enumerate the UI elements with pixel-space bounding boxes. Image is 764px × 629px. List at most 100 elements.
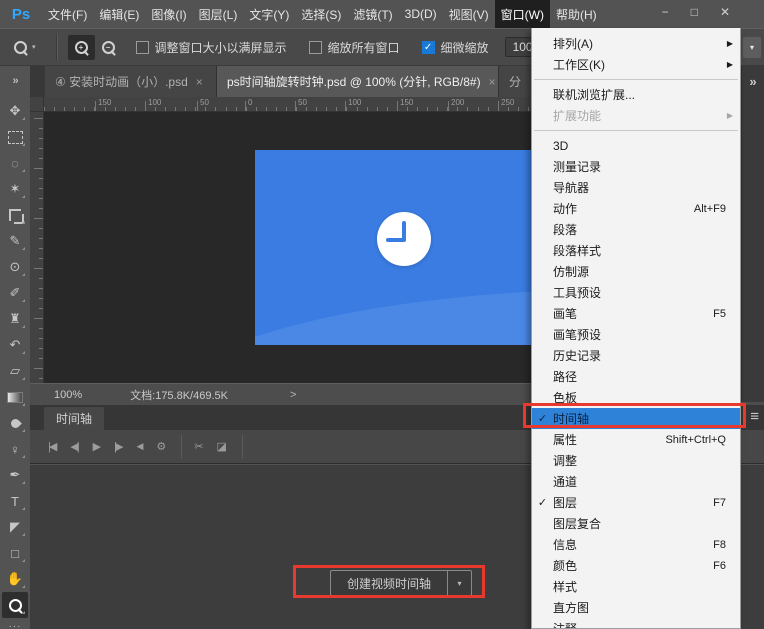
document-tab[interactable]: ④ 安装时动画（小）.psd× xyxy=(45,66,217,97)
transition-button[interactable]: ◪ xyxy=(216,440,224,453)
window-menu-item[interactable]: 画笔预设 xyxy=(532,324,740,345)
menubar-item[interactable]: 帮助(H) xyxy=(550,0,603,28)
status-zoom-level[interactable]: 100% xyxy=(54,389,82,401)
collapse-panels-icon[interactable]: » xyxy=(742,74,764,89)
window-menu-item[interactable]: 仿制源 xyxy=(532,261,740,282)
mute-audio-button[interactable]: ◀ xyxy=(136,441,141,452)
move-tool[interactable]: ✥ xyxy=(2,98,28,124)
window-menu-item[interactable]: 信息F8 xyxy=(532,534,740,555)
window-menu-item[interactable]: ✓时间轴 xyxy=(532,408,740,429)
maximize-button[interactable]: □ xyxy=(691,5,698,19)
window-menu-item[interactable]: 颜色F6 xyxy=(532,555,740,576)
first-frame-button[interactable]: |◀ xyxy=(48,440,55,453)
document-tab[interactable]: ps时间轴旋转时钟.psd @ 100% (分针, RGB/8#)× xyxy=(217,66,499,97)
menubar-item[interactable]: 编辑(E) xyxy=(93,0,145,28)
eyedropper-tool[interactable]: ✎ xyxy=(2,228,28,254)
window-menu-item[interactable]: 工具预设 xyxy=(532,282,740,303)
menubar-item[interactable]: 滤镜(T) xyxy=(347,0,398,28)
minimize-button[interactable]: − xyxy=(662,5,669,19)
create-video-timeline-dropdown[interactable]: ▾ xyxy=(448,570,472,596)
path-select-tool[interactable]: ◤ xyxy=(2,514,28,540)
play-button[interactable]: ▶ xyxy=(93,440,99,453)
gradient-tool[interactable] xyxy=(2,384,28,410)
zoom-in-button[interactable]: + xyxy=(68,35,95,60)
window-menu-item[interactable]: 工作区(K)▶ xyxy=(532,54,740,75)
toolbar-more-icon[interactable]: ··· xyxy=(0,621,30,629)
zoom-in-icon: + xyxy=(75,41,88,54)
prev-frame-button[interactable]: ◀| xyxy=(70,440,77,453)
window-menu-item[interactable]: 段落 xyxy=(532,219,740,240)
window-menu-item[interactable]: 段落样式 xyxy=(532,240,740,261)
option-checkbox[interactable]: ✓细微缩放 xyxy=(422,39,489,56)
window-menu-item[interactable]: 动作Alt+F9 xyxy=(532,198,740,219)
menubar-item[interactable]: 窗口(W) xyxy=(495,0,550,28)
lasso-tool[interactable]: ◌ xyxy=(2,150,28,176)
window-menu-item[interactable]: 调整 xyxy=(532,450,740,471)
window-menu-item[interactable]: 排列(A)▶ xyxy=(532,33,740,54)
close-icon[interactable]: × xyxy=(196,75,203,89)
create-video-timeline-button[interactable]: 创建视频时间轴 xyxy=(330,570,448,596)
unchecked-checkbox-icon[interactable] xyxy=(309,41,322,54)
clone-stamp-tool[interactable]: ♜ xyxy=(2,306,28,332)
eraser-tool[interactable]: ▱ xyxy=(2,358,28,384)
crop-tool[interactable] xyxy=(2,202,28,228)
v-ruler[interactable] xyxy=(30,112,44,383)
current-tool-preview[interactable]: ▾ xyxy=(14,41,36,54)
close-icon[interactable]: × xyxy=(489,75,496,89)
dodge-tool[interactable]: ♀ xyxy=(2,436,28,462)
zoom-out-button[interactable]: − xyxy=(95,35,122,60)
status-document-info: 文档:175.8K/469.5K xyxy=(130,387,228,403)
menubar-item[interactable]: 文字(Y) xyxy=(243,0,295,28)
status-expander-icon[interactable]: > xyxy=(290,389,296,401)
menubar-item[interactable]: 选择(S) xyxy=(295,0,347,28)
close-button[interactable]: ✕ xyxy=(720,5,730,19)
menubar-item[interactable]: 文件(F) xyxy=(42,0,93,28)
window-menu-item[interactable]: 直方图 xyxy=(532,597,740,618)
option-checkbox[interactable]: 调整窗口大小以满屏显示 xyxy=(136,39,287,56)
zoom-tool[interactable] xyxy=(2,592,28,618)
window-menu-item[interactable]: 路径 xyxy=(532,366,740,387)
menubar-item[interactable]: 图像(I) xyxy=(145,0,192,28)
window-menu-item[interactable]: 样式 xyxy=(532,576,740,597)
window-menu-item[interactable]: 图层复合 xyxy=(532,513,740,534)
hand-tool[interactable]: ✋ xyxy=(2,566,28,592)
shape-tool[interactable]: □ xyxy=(2,540,28,566)
window-menu-item[interactable]: 属性Shift+Ctrl+Q xyxy=(532,429,740,450)
ruler-tick xyxy=(346,107,347,111)
brush-tool[interactable]: ✐ xyxy=(2,280,28,306)
split-at-playhead-button[interactable]: ✂ xyxy=(194,440,201,453)
window-menu-item[interactable]: 历史记录 xyxy=(532,345,740,366)
window-menu-item[interactable]: 3D xyxy=(532,135,740,156)
menu-item-label: 颜色 xyxy=(553,557,577,574)
timeline-settings-button[interactable]: ⚙ xyxy=(156,440,164,453)
toolbar-expand-icon[interactable]: » xyxy=(0,66,30,96)
blur-tool[interactable] xyxy=(2,410,28,436)
menubar-item[interactable]: 3D(D) xyxy=(399,0,443,28)
window-menu-item[interactable]: ✓图层F7 xyxy=(532,492,740,513)
window-menu-item[interactable]: 色板 xyxy=(532,387,740,408)
menubar-item[interactable]: 图层(L) xyxy=(193,0,244,28)
ruler-tick xyxy=(236,107,237,111)
menubar-item[interactable]: 视图(V) xyxy=(443,0,495,28)
healing-brush-tool[interactable]: ⊙ xyxy=(2,254,28,280)
option-checkbox[interactable]: 缩放所有窗口 xyxy=(309,39,400,56)
checked-checkbox-icon[interactable]: ✓ xyxy=(422,41,435,54)
options-panel-chevron-icon[interactable]: ▾ xyxy=(743,37,761,58)
tab-timeline[interactable]: 时间轴 xyxy=(44,407,104,430)
window-menu-item[interactable]: 联机浏览扩展... xyxy=(532,84,740,105)
history-brush-tool[interactable]: ↶ xyxy=(2,332,28,358)
pen-tool[interactable]: ✒ xyxy=(2,462,28,488)
window-menu-item[interactable]: 注释 xyxy=(532,618,740,629)
window-menu-item[interactable]: 通道 xyxy=(532,471,740,492)
type-tool[interactable]: T xyxy=(2,488,28,514)
window-menu-item[interactable]: 画笔F5 xyxy=(532,303,740,324)
window-menu-item[interactable]: 导航器 xyxy=(532,177,740,198)
timeline-panel-menu-icon[interactable]: ≡ xyxy=(750,408,759,426)
next-frame-button[interactable]: |▶ xyxy=(114,440,121,453)
window-menu-item[interactable]: 测量记录 xyxy=(532,156,740,177)
marquee-tool[interactable] xyxy=(2,124,28,150)
magic-wand-tool[interactable]: ✶ xyxy=(2,176,28,202)
unchecked-checkbox-icon[interactable] xyxy=(136,41,149,54)
pen-tool-icon: ✒ xyxy=(10,467,21,483)
ruler-label: 150 xyxy=(98,98,111,107)
